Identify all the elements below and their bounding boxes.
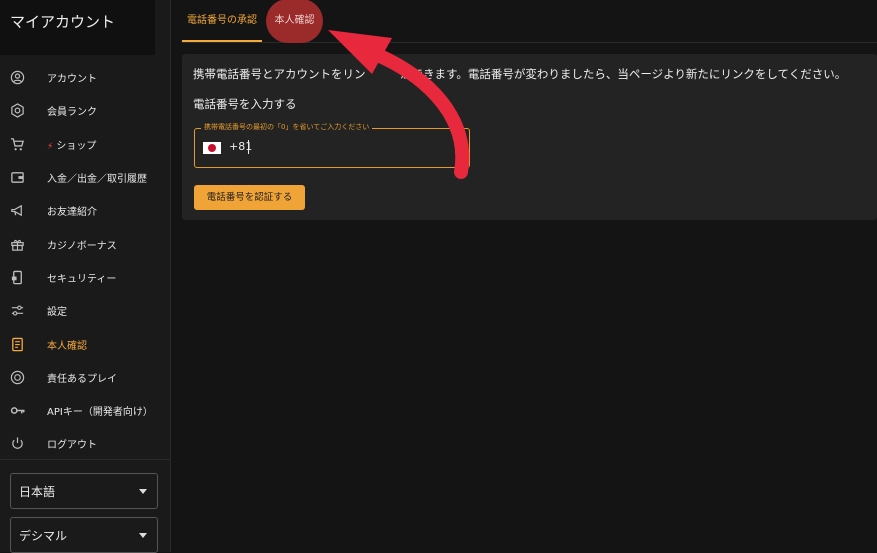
language-select[interactable]: 日本語 bbox=[10, 473, 158, 509]
sidebar-item-label: 設定 bbox=[47, 307, 67, 319]
sidebar-item-security[interactable]: セキュリティー bbox=[0, 261, 170, 294]
sidebar-item-bonus[interactable]: カジノボーナス bbox=[0, 227, 170, 260]
wallet-icon bbox=[9, 169, 26, 186]
sidebar-nav: アカウント 会員ランク ⚡ ショップ 入金／出金／取引履歴 お友達紹介 カジノボー… bbox=[0, 61, 170, 461]
phone-subheading: 電話番号を入力する bbox=[193, 97, 297, 111]
phone-lock-icon bbox=[9, 269, 26, 286]
text-cursor bbox=[248, 140, 249, 154]
phone-field-label: 携帯電話番号の最初の「0」を省いてご入力ください bbox=[201, 122, 373, 132]
sidebar-item-label: お友達紹介 bbox=[47, 207, 97, 219]
sidebar-item-account[interactable]: アカウント bbox=[0, 61, 170, 94]
badge-hexagon-icon bbox=[9, 102, 26, 119]
sidebar-item-rank[interactable]: 会員ランク bbox=[0, 94, 170, 127]
japan-flag-icon[interactable] bbox=[203, 142, 221, 154]
sidebar: マイアカウント アカウント 会員ランク ⚡ ショップ 入金／出金／取引履歴 お友達… bbox=[0, 0, 171, 553]
power-icon bbox=[9, 435, 26, 452]
sidebar-item-label: 入金／出金／取引履歴 bbox=[47, 174, 147, 186]
chevron-down-icon bbox=[139, 489, 147, 494]
sidebar-item-transactions[interactable]: 入金／出金／取引履歴 bbox=[0, 161, 170, 194]
verify-phone-button[interactable]: 電話番号を認証する bbox=[194, 185, 305, 210]
id-document-icon bbox=[9, 336, 26, 353]
phone-verification-panel: 携帯電話番号とアカウントをリン ができます。電話番号が変わりましたら、当ページよ… bbox=[182, 54, 877, 220]
language-select-value: 日本語 bbox=[19, 484, 56, 499]
sidebar-title: マイアカウント bbox=[0, 0, 155, 55]
sidebar-item-label: 本人確認 bbox=[47, 340, 87, 352]
key-icon bbox=[9, 402, 26, 419]
tab-label: 本人確認 bbox=[274, 15, 315, 26]
sidebar-item-verification[interactable]: 本人確認 bbox=[0, 327, 170, 360]
sliders-icon bbox=[9, 302, 26, 319]
cart-icon bbox=[9, 136, 26, 153]
sidebar-divider bbox=[0, 459, 170, 460]
odds-format-value: デシマル bbox=[19, 528, 68, 543]
sidebar-item-api[interactable]: APIキー（開発者向け） bbox=[0, 394, 170, 427]
sidebar-item-label: APIキー（開発者向け） bbox=[47, 407, 153, 419]
sidebar-item-logout[interactable]: ログアウト bbox=[0, 427, 170, 460]
sidebar-item-label: ショップ bbox=[56, 140, 97, 152]
sidebar-item-label: 責任あるプレイ bbox=[47, 373, 117, 385]
lightning-icon: ⚡ bbox=[47, 141, 54, 152]
sidebar-item-label: アカウント bbox=[47, 74, 97, 86]
tab-identity-verification[interactable]: 本人確認 bbox=[266, 0, 323, 43]
gift-icon bbox=[9, 236, 26, 253]
tab-bar: 電話番号の承認 本人確認 bbox=[182, 0, 877, 43]
info-text: 携帯電話番号とアカウントをリン ができます。電話番号が変わりましたら、当ページよ… bbox=[193, 67, 847, 81]
megaphone-icon bbox=[9, 202, 26, 219]
sidebar-item-label: カジノボーナス bbox=[47, 240, 117, 252]
user-circle-icon bbox=[9, 69, 26, 86]
sidebar-item-label: 会員ランク bbox=[47, 107, 97, 119]
sidebar-item-shop[interactable]: ⚡ ショップ bbox=[0, 128, 170, 161]
sidebar-item-label: セキュリティー bbox=[47, 273, 117, 285]
responsible-play-icon bbox=[9, 369, 26, 386]
chevron-down-icon bbox=[139, 533, 147, 538]
sidebar-item-label: ログアウト bbox=[47, 440, 97, 452]
sidebar-item-referral[interactable]: お友達紹介 bbox=[0, 194, 170, 227]
odds-format-select[interactable]: デシマル bbox=[10, 517, 158, 553]
phone-number-field[interactable]: 携帯電話番号の最初の「0」を省いてご入力ください +81 bbox=[194, 122, 470, 168]
sidebar-item-responsible[interactable]: 責任あるプレイ bbox=[0, 361, 170, 394]
tab-phone-verification[interactable]: 電話番号の承認 bbox=[182, 0, 262, 42]
sidebar-item-settings[interactable]: 設定 bbox=[0, 294, 170, 327]
